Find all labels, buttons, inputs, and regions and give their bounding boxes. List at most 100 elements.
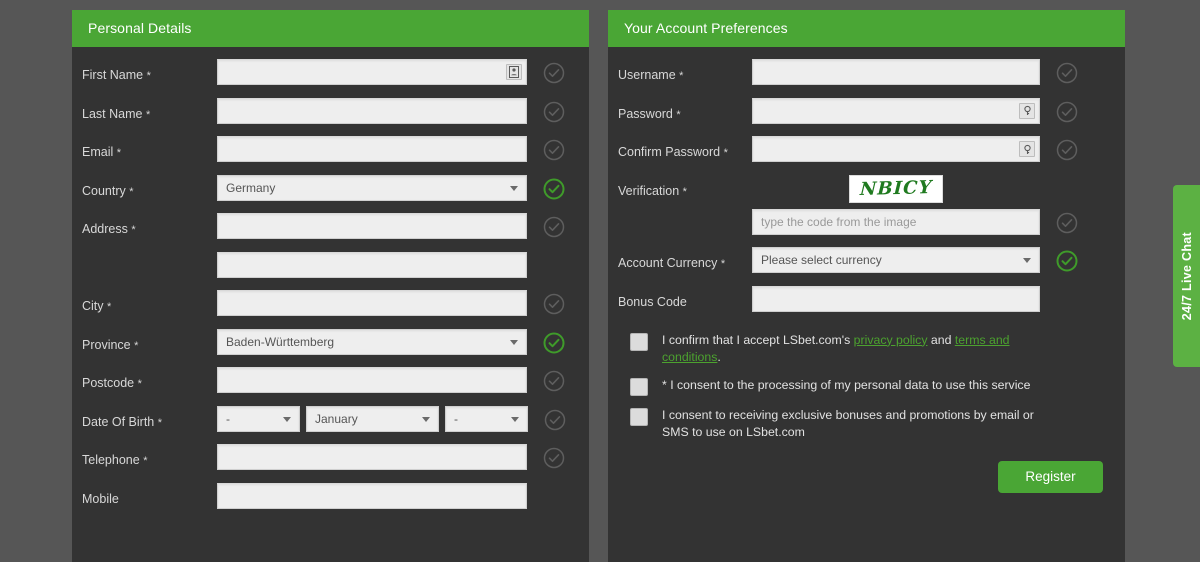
control-confirm-password bbox=[752, 136, 1040, 162]
control-date-of-birth: - January - bbox=[217, 405, 528, 432]
account-preferences-body: Username * Password * Confirm Password *… bbox=[608, 47, 1125, 493]
telephone-input[interactable] bbox=[217, 444, 527, 470]
control-last-name bbox=[217, 97, 527, 124]
label-verification-blank bbox=[618, 209, 752, 218]
consent-terms-mid: and bbox=[927, 332, 955, 347]
label-last-name: Last Name * bbox=[82, 106, 151, 121]
validation-check-verification bbox=[1056, 212, 1078, 234]
consent-row-marketing: I consent to receiving exclusive bonuses… bbox=[608, 407, 1125, 441]
account-currency-value: Please select currency bbox=[761, 253, 882, 267]
field-row-postcode: Postcode * bbox=[72, 367, 589, 397]
bonus-code-input[interactable] bbox=[752, 285, 1040, 312]
dob-year-select[interactable]: - bbox=[445, 405, 528, 432]
address-input[interactable] bbox=[217, 213, 527, 239]
postcode-input[interactable] bbox=[217, 367, 527, 393]
consent-row-data-processing: * I consent to the processing of my pers… bbox=[608, 377, 1125, 396]
personal-details-panel: Personal Details First Name * Last Name … bbox=[72, 10, 589, 562]
city-input[interactable] bbox=[217, 290, 527, 316]
control-password bbox=[752, 97, 1040, 124]
control-province: Baden-Württemberg bbox=[217, 328, 527, 355]
dob-month-value: January bbox=[315, 411, 358, 426]
field-row-bonus-code: Bonus Code bbox=[608, 285, 1125, 316]
label-first-name: First Name * bbox=[82, 68, 151, 82]
control-postcode bbox=[217, 367, 527, 393]
control-account-currency: Please select currency bbox=[752, 247, 1040, 273]
consent-text-terms: I confirm that I accept LSbet.com's priv… bbox=[662, 332, 1034, 366]
control-username bbox=[752, 59, 1040, 85]
label-username: Username * bbox=[618, 68, 684, 82]
consent-row-terms: I confirm that I accept LSbet.com's priv… bbox=[608, 332, 1125, 366]
live-chat-tab[interactable]: 24/7 Live Chat bbox=[1173, 185, 1200, 367]
privacy-policy-link[interactable]: privacy policy bbox=[854, 333, 928, 347]
validation-check-country bbox=[543, 178, 565, 200]
consent-text-marketing: I consent to receiving exclusive bonuses… bbox=[662, 407, 1034, 439]
email-input[interactable] bbox=[217, 136, 527, 162]
validation-check-confirm-password bbox=[1056, 139, 1078, 161]
label-password: Password * bbox=[618, 106, 681, 121]
control-telephone bbox=[217, 444, 527, 470]
field-row-telephone: Telephone * bbox=[72, 444, 589, 474]
last-name-input[interactable] bbox=[217, 97, 527, 124]
label-province: Province * bbox=[82, 337, 139, 352]
consent-terms-post: . bbox=[717, 349, 721, 364]
captcha-image: NBICY bbox=[849, 174, 943, 203]
id-card-icon bbox=[506, 64, 522, 80]
first-name-input[interactable] bbox=[217, 59, 527, 85]
dob-day-select[interactable]: - bbox=[217, 405, 300, 432]
confirm-password-input[interactable] bbox=[752, 136, 1040, 162]
consent-checkbox-terms[interactable] bbox=[630, 332, 648, 351]
account-currency-select[interactable]: Please select currency bbox=[752, 247, 1040, 273]
validation-check-city bbox=[543, 293, 565, 315]
field-row-country: Country * Germany bbox=[72, 174, 589, 205]
field-row-confirm-password: Confirm Password * bbox=[608, 136, 1125, 166]
consent-checkbox-data-processing[interactable] bbox=[630, 377, 648, 396]
control-address bbox=[217, 213, 527, 239]
chevron-down-icon bbox=[422, 416, 430, 422]
control-country: Germany bbox=[217, 174, 527, 201]
address-line2-input[interactable] bbox=[217, 251, 527, 278]
consent-text-data-processing: * I consent to the processing of my pers… bbox=[662, 377, 1031, 392]
dob-month-select[interactable]: January bbox=[306, 405, 439, 432]
dob-day-value: - bbox=[226, 411, 230, 426]
field-row-first-name: First Name * bbox=[72, 59, 589, 89]
register-button[interactable]: Register bbox=[998, 460, 1103, 493]
validation-check-postcode bbox=[543, 370, 565, 392]
label-address: Address * bbox=[82, 222, 136, 236]
control-bonus-code bbox=[752, 285, 1040, 312]
register-button-row: Register bbox=[608, 452, 1125, 493]
username-input[interactable] bbox=[752, 59, 1040, 85]
province-select[interactable]: Baden-Württemberg bbox=[217, 328, 527, 355]
control-verification-input bbox=[752, 208, 1040, 235]
field-row-verification-input bbox=[608, 208, 1125, 239]
validation-check-date-of-birth bbox=[544, 409, 566, 431]
field-row-city: City * bbox=[72, 290, 589, 320]
field-row-last-name: Last Name * bbox=[72, 97, 589, 128]
chevron-down-icon bbox=[1023, 258, 1031, 263]
label-city: City * bbox=[82, 299, 112, 313]
label-mobile: Mobile bbox=[82, 491, 119, 506]
mobile-input[interactable] bbox=[217, 482, 527, 509]
control-mobile bbox=[217, 482, 527, 509]
password-input[interactable] bbox=[752, 97, 1040, 124]
control-city bbox=[217, 290, 527, 316]
consent-checkbox-marketing[interactable] bbox=[630, 407, 648, 426]
key-icon bbox=[1019, 141, 1035, 157]
label-telephone: Telephone * bbox=[82, 453, 148, 467]
field-row-email: Email * bbox=[72, 136, 589, 166]
chevron-down-icon bbox=[511, 416, 519, 422]
validation-check-province bbox=[543, 332, 565, 354]
label-bonus-code: Bonus Code bbox=[618, 294, 687, 309]
chevron-down-icon bbox=[510, 185, 518, 191]
label-verification: Verification * bbox=[618, 183, 687, 198]
account-preferences-title: Your Account Preferences bbox=[608, 10, 1125, 47]
registration-page: Personal Details First Name * Last Name … bbox=[0, 0, 1200, 562]
key-icon bbox=[1019, 102, 1035, 119]
label-country: Country * bbox=[82, 183, 134, 198]
field-row-address-2 bbox=[72, 251, 589, 282]
label-account-currency: Account Currency * bbox=[618, 256, 726, 270]
country-select[interactable]: Germany bbox=[217, 174, 527, 201]
field-row-mobile: Mobile bbox=[72, 482, 589, 513]
dob-year-value: - bbox=[454, 411, 458, 426]
verification-code-input[interactable] bbox=[752, 208, 1040, 235]
label-date-of-birth: Date Of Birth * bbox=[82, 414, 163, 429]
